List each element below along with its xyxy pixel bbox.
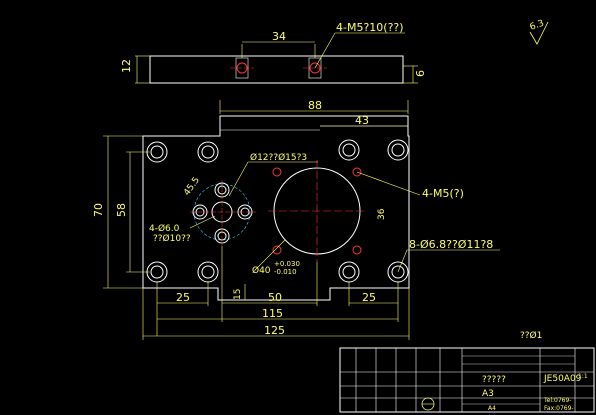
dim-25-left: 25 bbox=[176, 291, 190, 304]
dim-15: 15 bbox=[233, 289, 243, 300]
note-small-holes-cb: ??Ø10?? bbox=[153, 233, 191, 244]
note-m5-thread: 4-M5(?) bbox=[422, 187, 464, 200]
dim-bore: Ø40 bbox=[252, 265, 271, 276]
cad-drawing: 12 34 4-M5?10(??) 6 6.3 88 43 70 58 Ø12?… bbox=[0, 0, 596, 415]
dim-bore-tol-low: -0.010 bbox=[274, 268, 297, 276]
dim-6: 6 bbox=[414, 70, 427, 77]
title-fax: Fax:0769- bbox=[544, 405, 574, 412]
dim-43: 43 bbox=[355, 114, 369, 127]
dim-12: 12 bbox=[120, 59, 133, 73]
dim-125: 125 bbox=[264, 324, 285, 337]
title-scale: 1:1 bbox=[578, 373, 588, 380]
title-material: A4 bbox=[488, 405, 496, 412]
dim-88: 88 bbox=[308, 99, 322, 112]
dim-bore-tol-up: +0.030 bbox=[274, 260, 300, 268]
note-mount-holes: 8-Ø6.8??Ø11?8 bbox=[409, 238, 493, 251]
note-counterbore: Ø12??Ø15?3 bbox=[250, 152, 307, 163]
title-drawing-no: JE50A09 bbox=[543, 374, 582, 384]
dim-70: 70 bbox=[92, 203, 105, 217]
dim-25-right: 25 bbox=[362, 291, 376, 304]
dim-115: 115 bbox=[262, 307, 283, 320]
note-small-holes: 4-Ø6.0 bbox=[149, 223, 180, 234]
title-phone: Tel:0769- bbox=[543, 397, 571, 404]
dim-58: 58 bbox=[115, 203, 128, 217]
note-top-thread: 4-M5?10(??) bbox=[336, 21, 404, 34]
dim-34: 34 bbox=[272, 30, 286, 43]
title-part-name: ????? bbox=[482, 375, 506, 385]
dim-36: 36 bbox=[377, 208, 387, 220]
title-sheet-size: A3 bbox=[482, 389, 494, 399]
dim-50: 50 bbox=[268, 291, 282, 304]
note-remaining-roughness: ??Ø1 bbox=[520, 330, 542, 341]
